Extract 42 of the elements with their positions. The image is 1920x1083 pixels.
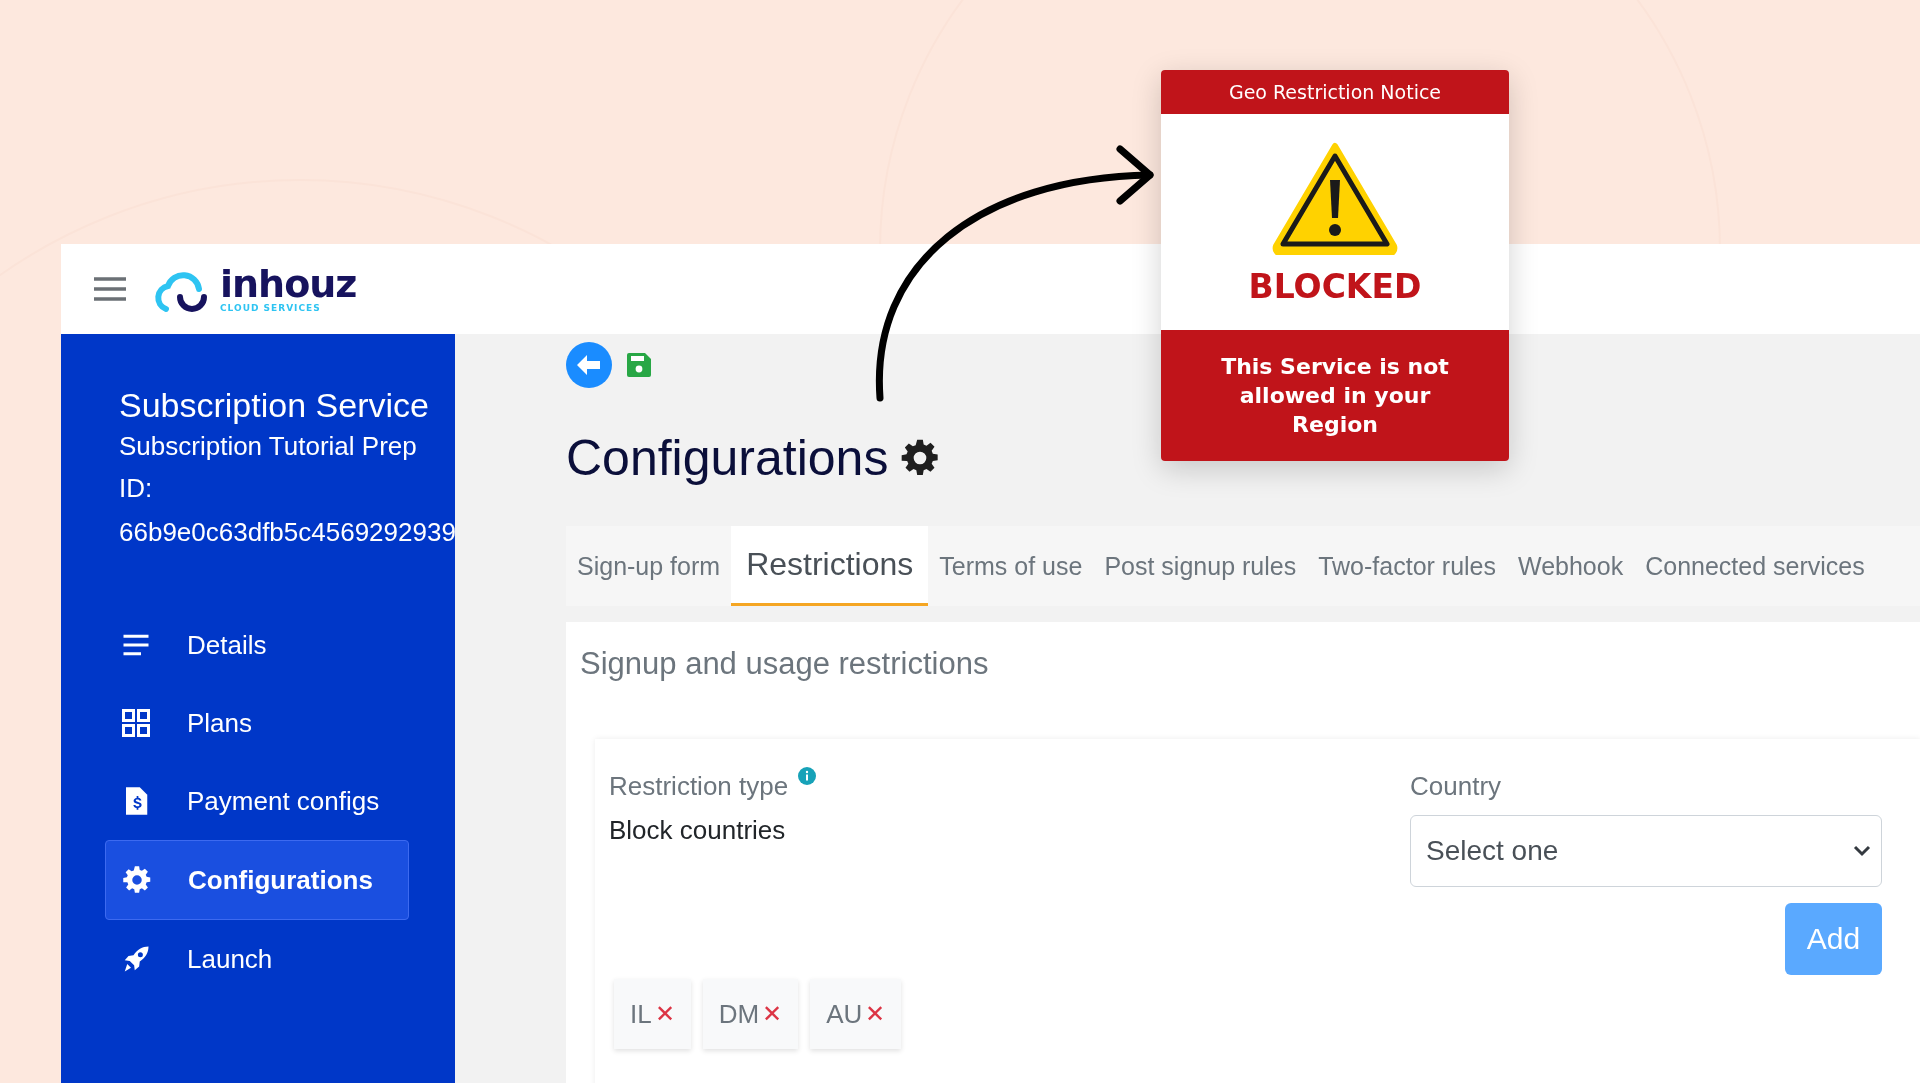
notice-header: Geo Restriction Notice xyxy=(1161,70,1509,114)
field-label: Country xyxy=(1410,770,1503,803)
logo-tagline: CLOUD SERVICES xyxy=(220,304,322,313)
menu-icon[interactable] xyxy=(92,275,128,303)
service-subtitle: Subscription Tutorial Prep xyxy=(119,430,418,463)
chevron-down-icon xyxy=(1853,845,1871,857)
id-label: ID: xyxy=(119,472,154,505)
tab[interactable]: Two-factor rules xyxy=(1307,526,1507,606)
sidebar-item[interactable]: Launch xyxy=(105,920,409,998)
country-code: AU xyxy=(826,998,863,1030)
remove-button[interactable]: ✕ xyxy=(762,1000,783,1028)
remove-button[interactable]: ✕ xyxy=(654,1000,675,1028)
warning-icon xyxy=(1270,140,1400,255)
field-label: Restriction type xyxy=(609,770,789,803)
service-title: Subscription Service xyxy=(119,385,430,426)
id-value: 66b9e0c63dfb5c4569292939 xyxy=(119,516,455,549)
add-button[interactable]: Add xyxy=(1785,903,1882,975)
logo-wordmark: inhouz xyxy=(220,265,357,303)
country-code: IL xyxy=(630,998,652,1030)
grid-icon xyxy=(121,708,151,738)
country-code: DM xyxy=(718,998,760,1030)
remove-button[interactable]: ✕ xyxy=(865,1000,886,1028)
tab[interactable]: Post signup rules xyxy=(1093,526,1308,606)
save-icon[interactable] xyxy=(626,352,652,378)
gear-icon[interactable] xyxy=(900,438,941,478)
sidebar-item[interactable]: Configurations xyxy=(105,840,409,920)
sidebar-item[interactable]: Payment configs xyxy=(105,762,409,840)
tab[interactable]: Connected services xyxy=(1634,526,1876,606)
tab[interactable]: Restrictions xyxy=(731,526,929,606)
country-dropdown[interactable]: Select one xyxy=(1410,815,1882,887)
sidebar-item[interactable]: Plans xyxy=(105,684,409,762)
notice-message: This Service is not allowed in your Region xyxy=(1161,330,1509,461)
field-value: Block countries xyxy=(609,815,787,846)
gear-icon xyxy=(122,865,152,895)
page-title: Configurations xyxy=(566,429,889,488)
blocked-heading: BLOCKED xyxy=(1248,267,1422,306)
tab[interactable]: Terms of use xyxy=(928,526,1094,606)
sidebar-item[interactable]: Details xyxy=(105,606,409,684)
section-title: Signup and usage restrictions xyxy=(580,645,990,683)
tab[interactable]: Webhook xyxy=(1507,526,1635,606)
info-icon[interactable] xyxy=(798,767,817,785)
tab[interactable]: Sign-up form xyxy=(566,526,732,606)
